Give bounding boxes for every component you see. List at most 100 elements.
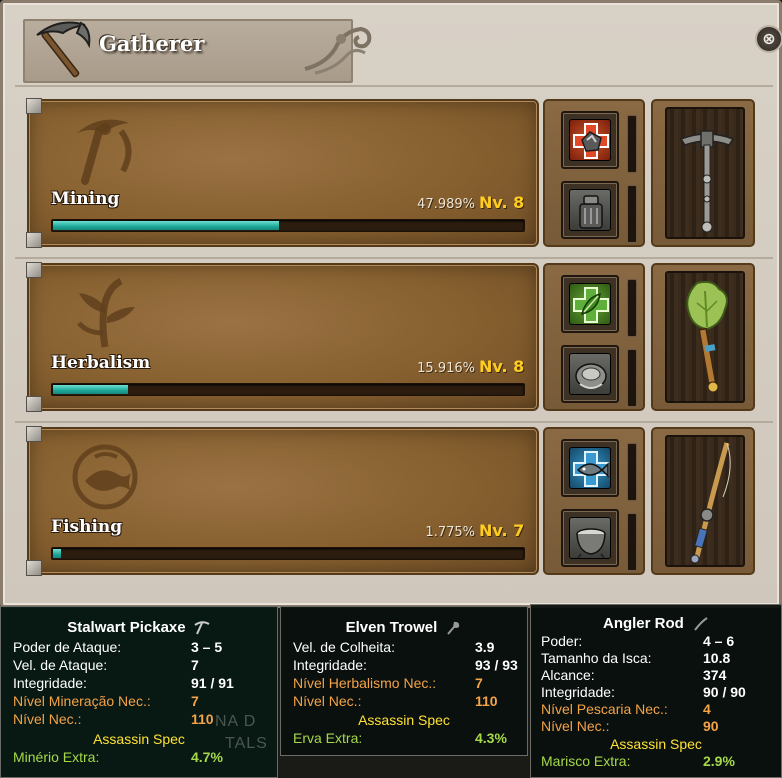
panel-corner [26,560,42,576]
skill-percent: 47.989% [417,197,475,212]
bait-pot-slot[interactable] [561,509,619,567]
stat-label: Integridade: [541,684,615,700]
requirement-label: Nível Nec.: [13,711,82,727]
tool-frame [651,427,755,575]
progress-fill [53,385,128,394]
skill-panel: Fishing 1.775% Nv. 7 [26,426,539,576]
spec-label: Assassin Spec [358,712,450,728]
spec-label: Assassin Spec [610,736,702,752]
requirement-value: 7 [191,693,199,709]
pickaxe-emblem-icon [77,119,132,185]
stat-label: Vel. de Colheita: [293,639,395,655]
stat-label: Vel. de Ataque: [13,657,108,673]
mining-boost-slot[interactable] [561,111,619,169]
bag-gauge [627,513,637,571]
window-title: Gatherer [99,31,205,56]
extra-value: 2.9% [703,753,735,769]
pickaxe-tool-icon [679,130,735,233]
fishing-boost-icon [569,447,611,489]
requirement-label: Nível Herbalismo Nec.: [293,675,437,691]
skill-panel: Mining 47.989% Nv. 8 [26,98,539,248]
title-divider [15,85,773,87]
skill-level: Nv. 8 [479,357,525,376]
stat-label: Integridade: [13,675,87,691]
stat-value: 4 – 6 [703,633,735,649]
skill-level: Nv. 8 [479,193,525,212]
herb-emblem-icon [77,277,135,348]
requirement-value: 110 [191,711,214,727]
extra-value: 4.3% [475,730,507,746]
bag-gauge [627,185,637,243]
extra-label: Marisco Extra: [541,753,631,769]
trowel-tool-slot[interactable] [665,271,745,403]
pickaxe-tooltip: NA D TALS Stalwart Pickaxe Poder de Ataq… [0,606,278,778]
stat-label: Integridade: [293,657,367,673]
progress-bar [51,383,525,396]
stat-value: 3 – 5 [191,639,223,655]
pickaxe-tool-slot[interactable] [665,107,745,239]
skill-percent: 1.775% [425,525,475,540]
stat-label: Alcance: [541,667,595,683]
progress-bar [51,219,525,232]
stat-label: Poder de Ataque: [13,639,122,655]
herbalism-boost-icon [569,283,611,325]
progress-fill [53,221,279,230]
stat-value: 90 / 90 [703,684,746,700]
tooltip-title-text: Stalwart Pickaxe [67,619,186,636]
title-bar[interactable]: Gatherer ⊗ [15,9,782,83]
panel-corner [26,232,42,248]
extra-label: Erva Extra: [293,730,363,746]
herb-bag-icon [569,353,611,395]
herb-bag-slot[interactable] [561,345,619,403]
tooltip-title: Stalwart Pickaxe [1,619,277,636]
fishing-rod-tool-icon [690,442,731,564]
background-text: NA D [215,713,257,730]
mining-boost-icon [569,119,611,161]
stat-value: 10.8 [703,650,731,666]
skill-percent: 15.916% [417,361,475,376]
requirement-label: Nível Nec.: [541,718,610,734]
herbalism-boost-slot[interactable] [561,275,619,333]
tooltip-title-text: Elven Trowel [345,619,438,636]
fishing-boost-slot[interactable] [561,439,619,497]
extra-label: Minério Extra: [13,749,100,765]
ore-bag-slot[interactable] [561,181,619,239]
title-ornament-icon [304,26,372,75]
stat-value: 374 [703,667,727,683]
trowel-icon [447,621,460,635]
tooltip-title: Angler Rod [531,615,781,632]
pickaxe-icon [36,21,91,78]
tooltip-title: Elven Trowel [281,619,527,636]
boost-slot-column [543,427,645,575]
close-button[interactable]: ⊗ [755,25,782,53]
skill-panel: Herbalism 15.916% Nv. 8 [26,262,539,412]
panel-corner [26,396,42,412]
bait-pot-icon [569,517,611,559]
pickaxe-icon [194,621,210,635]
boost-slot-column [543,263,645,411]
boost-gauge [627,443,637,501]
progress-fill [53,549,61,558]
requirement-value: 110 [475,693,498,709]
row-divider [15,257,773,259]
tooltip-title-text: Angler Rod [602,615,684,632]
tool-frame [651,263,755,411]
stat-label: Tamanho da Isca: [541,650,652,666]
skill-name: Herbalism [51,353,151,373]
panel-corner [26,98,42,114]
extra-value: 4.7% [191,749,223,765]
skill-name: Mining [51,189,120,209]
bag-gauge [627,349,637,407]
skill-row-fishing: Fishing 1.775% Nv. 7 [26,426,775,585]
skill-name: Fishing [51,517,123,537]
stat-value: 93 / 93 [475,657,518,673]
panel-corner [26,426,42,442]
stat-value: 3.9 [475,639,495,655]
spec-label: Assassin Spec [93,731,185,747]
gatherer-window: Gatherer ⊗ Mining 47.989% Nv. 8 Herbalis… [0,0,782,608]
requirement-value: 7 [475,675,483,691]
stat-label: Poder: [541,633,583,649]
requirement-label: Nível Mineração Nec.: [13,693,151,709]
progress-bar [51,547,525,560]
fishing-rod-tool-slot[interactable] [665,435,745,567]
